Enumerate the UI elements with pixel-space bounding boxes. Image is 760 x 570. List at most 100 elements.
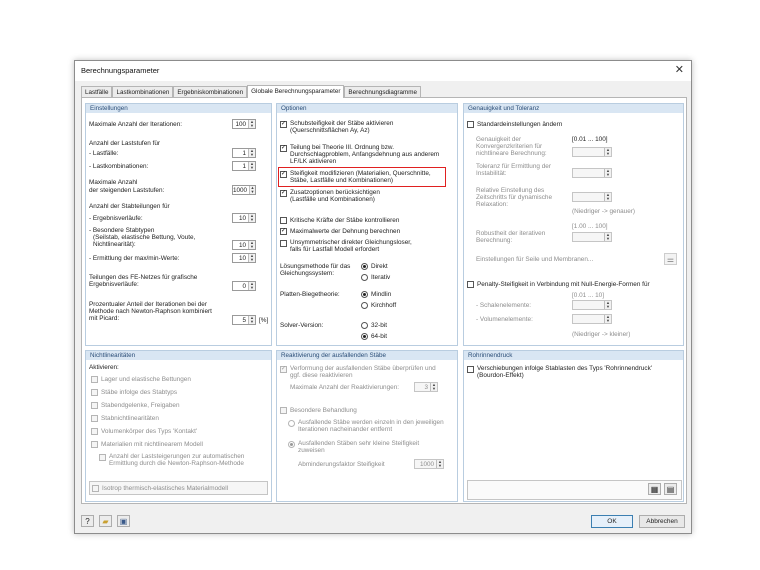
proz-unit: [%] (259, 317, 269, 324)
lastkomb-spinner[interactable]: 1 ▲ ▼ (232, 161, 256, 171)
lager-checkbox[interactable] (91, 376, 98, 383)
material-checkbox[interactable] (91, 441, 98, 448)
spinner-arrows-icon[interactable]: ▲ ▼ (604, 148, 611, 156)
material-label: Materialien mit nichtlinearem Modell (101, 441, 203, 448)
aktivieren-label: Aktivieren: (89, 364, 119, 371)
ausf-einzeln-radio[interactable] (288, 420, 295, 427)
konv-spinner[interactable]: ▲ ▼ (572, 147, 612, 157)
save-button[interactable]: ▣ (117, 515, 130, 527)
spinner-arrows-icon[interactable]: ▲ ▼ (604, 193, 611, 201)
unsym-label-2: falls für Lastfall Modell erfordert (290, 246, 380, 253)
optionen-header: Optionen (277, 104, 457, 113)
tol-label-2: Instabilität: (476, 170, 507, 177)
fe-label-2: Ergebnisverläufe: (89, 281, 139, 288)
ergebnisverlaeufe-value: 10 (238, 214, 246, 222)
rob-spinner[interactable]: ▲ ▼ (572, 232, 612, 242)
help-button[interactable]: ? (81, 515, 94, 527)
spinner-arrows-icon[interactable]: ▲ ▼ (604, 233, 611, 241)
seile-settings-button[interactable]: ⚌ (664, 253, 677, 265)
spinner-arrows-icon[interactable]: ▲ ▼ (248, 120, 255, 128)
spinner-arrows-icon[interactable]: ▲ ▼ (248, 241, 255, 249)
maxanzahl-spinner[interactable]: 3 ▲ ▼ (414, 382, 438, 392)
besondere-spinner[interactable]: 10 ▲ ▼ (232, 240, 256, 250)
zusatz-checkbox[interactable]: ✓ (280, 190, 287, 197)
spinner-arrows-icon[interactable]: ▲ ▼ (248, 162, 255, 170)
optionen-panel: Optionen ✓ Schubsteifigkeit der Stäbe ak… (276, 103, 458, 346)
maxwerte-checkbox[interactable]: ✓ (280, 228, 287, 235)
fe-spinner[interactable]: 0 ▲ ▼ (232, 281, 256, 291)
open-button[interactable]: ▰ (99, 515, 112, 527)
max-iter-label: Maximale Anzahl der Iterationen: (89, 121, 183, 128)
ausf-steif-radio[interactable] (288, 441, 295, 448)
window-title: Berechnungsparameter (81, 66, 160, 75)
verschieb-checkbox[interactable] (467, 366, 474, 373)
proz-spinner[interactable]: 5 ▲ ▼ (232, 315, 256, 325)
close-icon[interactable]: ✕ (675, 63, 684, 76)
lastkomb-label: - Lastkombinationen: (89, 163, 149, 170)
rohr-settings-button-1[interactable]: ▦ (648, 483, 661, 495)
pen-range: [0.01 ... 10] (572, 292, 604, 299)
schalen-spinner[interactable]: ▲ ▼ (572, 300, 612, 310)
iterativ-radio[interactable] (361, 274, 368, 281)
spinner-arrows-icon[interactable]: ▲ ▼ (248, 149, 255, 157)
rohr-settings-button-2[interactable]: ▤ (664, 483, 677, 495)
maxmin-value: 10 (238, 254, 246, 262)
gelenke-checkbox[interactable] (91, 402, 98, 409)
volumen-spinner[interactable]: ▲ ▼ (572, 314, 612, 324)
settings-icon: ⚌ (666, 254, 675, 264)
schub-checkbox[interactable]: ✓ (280, 121, 287, 128)
maxmin-spinner[interactable]: 10 ▲ ▼ (232, 253, 256, 263)
penalty-checkbox[interactable] (467, 281, 474, 288)
title-bar: Berechnungsparameter ✕ (75, 61, 691, 81)
tab-globale-berechnungsparameter[interactable]: Globale Berechnungsparameter (247, 85, 345, 98)
ergebnisverlaeufe-spinner[interactable]: 10 ▲ ▼ (232, 213, 256, 223)
lastfaelle-spinner[interactable]: 1 ▲ ▼ (232, 148, 256, 158)
theorie-checkbox[interactable]: ✓ (280, 145, 287, 152)
folder-icon: ▰ (102, 516, 109, 526)
bit32-radio[interactable] (361, 322, 368, 329)
kirchhoff-radio[interactable] (361, 302, 368, 309)
tol-spinner[interactable]: ▲ ▼ (572, 168, 612, 178)
spinner-arrows-icon[interactable]: ▲ ▼ (604, 301, 611, 309)
verf-checkbox[interactable]: ✓ (280, 366, 287, 373)
standard-checkbox[interactable] (467, 121, 474, 128)
spinner-arrows-icon[interactable]: ▲ ▼ (604, 315, 611, 323)
abm-value: 1000 (419, 460, 434, 468)
tab-content: Einstellungen Maximale Anzahl der Iterat… (81, 97, 687, 504)
abbrechen-button[interactable]: Abbrechen (639, 515, 685, 528)
schub-label-2: (Querschnittsflächen Ay, Az) (290, 127, 370, 134)
max-iter-spinner[interactable]: 100 ▲ ▼ (232, 119, 256, 129)
dialog: Berechnungsparameter ✕ Lastfälle Lastkom… (74, 60, 692, 534)
max-steigend-spinner[interactable]: 1000 ▲ ▼ (232, 185, 256, 195)
unsym-checkbox[interactable] (280, 240, 287, 247)
besondere-checkbox[interactable] (280, 407, 287, 414)
stabtyp-checkbox[interactable] (91, 389, 98, 396)
mindlin-radio[interactable] (361, 291, 368, 298)
abm-spinner[interactable]: 1000 ▲ ▼ (414, 459, 444, 469)
spinner-arrows-icon[interactable]: ▲ ▼ (249, 186, 255, 194)
konv-range: [0.01 ... 100] (572, 136, 608, 143)
reaktiv-header: Reaktivierung der ausfallenden Stäbe (277, 351, 457, 360)
spinner-arrows-icon[interactable]: ▲ ▼ (604, 169, 611, 177)
volumen-label: - Volumenelemente: (476, 316, 533, 323)
isotrop-label: Isotrop thermisch-elastisches Materialmo… (102, 485, 229, 492)
spinner-arrows-icon[interactable]: ▲ ▼ (436, 460, 443, 468)
spinner-arrows-icon[interactable]: ▲ ▼ (248, 214, 255, 222)
kontakt-checkbox[interactable] (91, 428, 98, 435)
anzahl-checkbox[interactable] (99, 454, 106, 461)
spinner-arrows-icon[interactable]: ▲ ▼ (248, 316, 255, 324)
isotrop-checkbox[interactable] (92, 485, 99, 492)
spinner-arrows-icon[interactable]: ▲ ▼ (248, 254, 255, 262)
spinner-arrows-icon[interactable]: ▲ ▼ (430, 383, 437, 391)
bit64-label: 64-bit (371, 333, 387, 340)
verschieb-label-2: (Bourdon-Effekt) (477, 372, 524, 379)
rel-spinner[interactable]: ▲ ▼ (572, 192, 612, 202)
maxmin-label: - Ermittlung der max/min-Werte: (89, 255, 180, 262)
kritisch-checkbox[interactable] (280, 217, 287, 224)
besondere-label: Besondere Behandlung (290, 407, 357, 414)
stabnichtlin-checkbox[interactable] (91, 415, 98, 422)
ok-button[interactable]: OK (591, 515, 633, 528)
direkt-radio[interactable] (361, 263, 368, 270)
spinner-arrows-icon[interactable]: ▲ ▼ (248, 282, 255, 290)
bit64-radio[interactable] (361, 333, 368, 340)
